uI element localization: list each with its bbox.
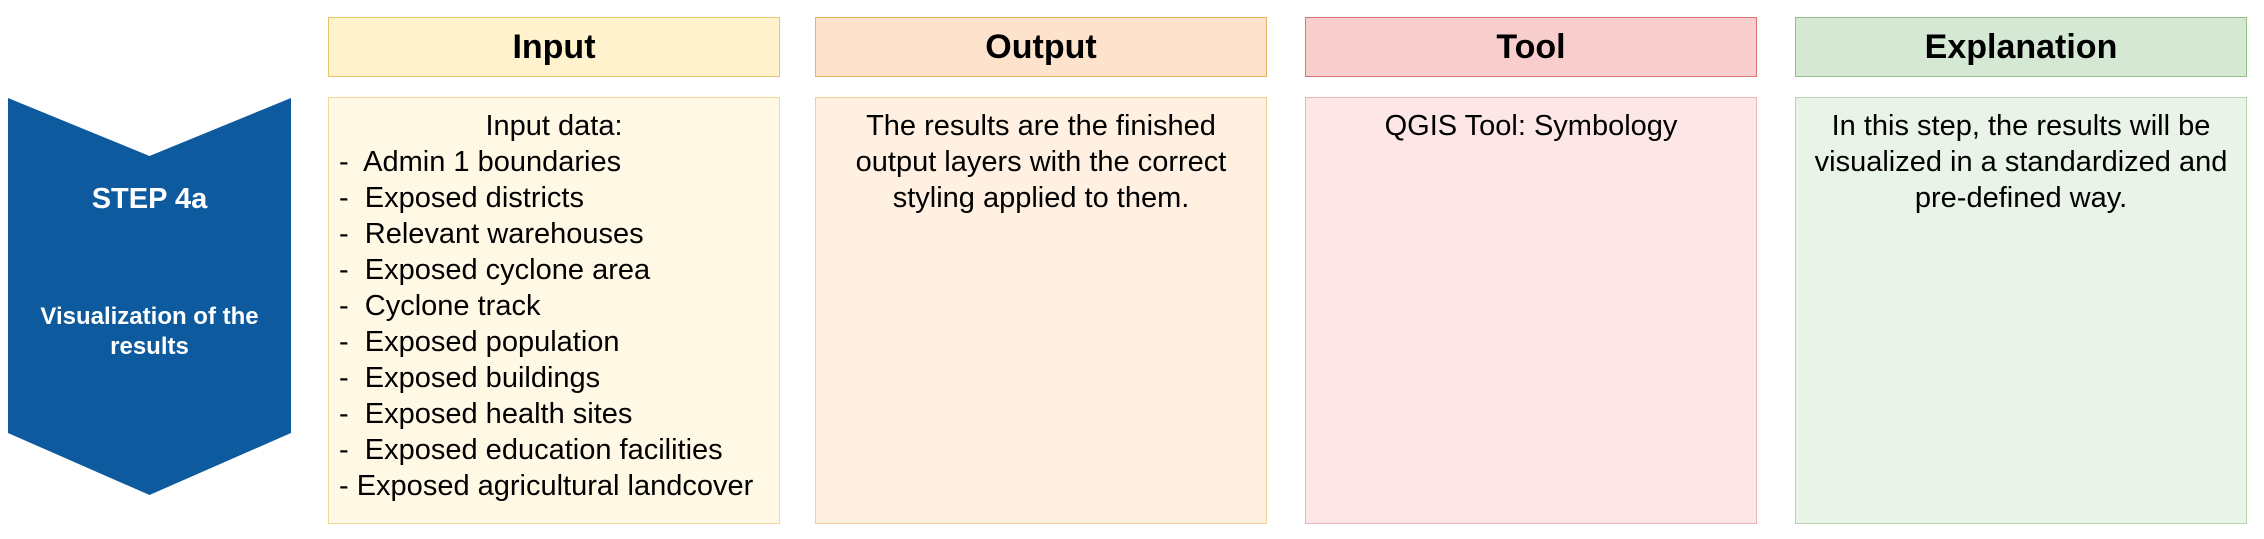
- list-item: - Exposed education facilities: [339, 434, 723, 466]
- tool-header: Tool: [1305, 17, 1757, 77]
- step-subtitle: Visualization of the results: [40, 303, 259, 360]
- list-item: - Relevant warehouses: [339, 218, 644, 250]
- input-list: - Admin 1 boundaries - Exposed districts…: [329, 144, 779, 504]
- input-panel: Input data: - Admin 1 boundaries - Expos…: [328, 97, 780, 524]
- tool-panel: QGIS Tool: Symbology: [1305, 97, 1757, 524]
- input-intro: Input data:: [485, 110, 623, 142]
- list-item: - Cyclone track: [339, 290, 541, 322]
- output-header: Output: [815, 17, 1267, 77]
- list-item: - Exposed buildings: [339, 362, 601, 394]
- explanation-header: Explanation: [1795, 17, 2247, 77]
- list-item: - Exposed cyclone area: [339, 254, 651, 286]
- input-header: Input: [328, 17, 780, 77]
- list-item: - Admin 1 boundaries: [339, 146, 622, 178]
- list-item: - Exposed population: [339, 326, 620, 358]
- explanation-text: In this step, the results will be visual…: [1814, 110, 2228, 214]
- output-panel: The results are the finished output laye…: [815, 97, 1267, 524]
- list-item: - Exposed districts: [339, 182, 584, 214]
- step-chevron: [8, 98, 291, 495]
- list-item: - Exposed agricultural landcover: [339, 470, 754, 502]
- output-text: The results are the finished output laye…: [855, 110, 1227, 214]
- step-title: STEP 4a: [91, 183, 208, 215]
- explanation-panel: In this step, the results will be visual…: [1795, 97, 2247, 524]
- tool-text: QGIS Tool: Symbology: [1384, 110, 1678, 142]
- list-item: - Exposed health sites: [339, 398, 633, 430]
